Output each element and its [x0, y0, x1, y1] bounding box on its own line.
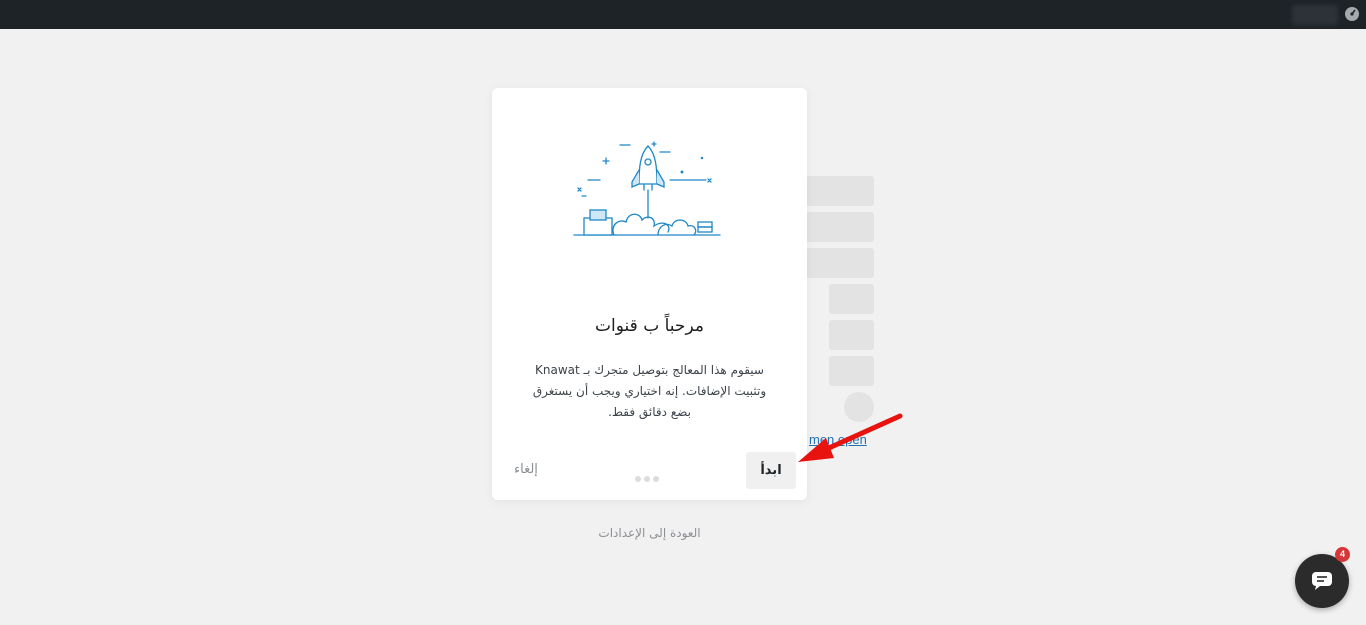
wizard-title: مرحباً ب قنوات: [595, 316, 704, 336]
admin-bar: [0, 0, 1366, 29]
skeleton-bar: [829, 356, 874, 386]
start-button[interactable]: ابدأ: [746, 452, 796, 489]
wizard-description: سيقوم هذا المعالج بتوصيل متجرك بـ Knawat…: [532, 363, 767, 419]
wizard-footer: ابدأ إلغاء: [492, 452, 807, 489]
skeleton-bar: [829, 320, 874, 350]
cancel-link[interactable]: إلغاء: [514, 462, 538, 477]
skeleton-bar: [806, 212, 874, 242]
welcome-wizard-card: مرحباً ب قنوات سيقوم هذا المعالج بتوصيل …: [492, 88, 807, 500]
skeleton-bar: [806, 176, 874, 206]
chat-launcher-button[interactable]: [1295, 554, 1349, 608]
user-avatar[interactable]: [1292, 5, 1338, 25]
dashboard-gauge-icon[interactable]: [1344, 6, 1360, 22]
skeleton-bar: [806, 248, 874, 278]
skeleton-bar: [829, 284, 874, 314]
step-dot: [653, 476, 659, 482]
step-progress-dots: [635, 467, 665, 482]
back-to-settings-link[interactable]: العودة إلى الإعدادات: [492, 526, 807, 540]
chat-notification-badge: 4: [1335, 547, 1350, 562]
rocket-launch-illustration: [573, 141, 721, 236]
step-dot: [635, 476, 641, 482]
step-dot: [644, 476, 650, 482]
annotation-arrow: [798, 413, 903, 462]
chat-bubble-icon: [1312, 572, 1332, 590]
